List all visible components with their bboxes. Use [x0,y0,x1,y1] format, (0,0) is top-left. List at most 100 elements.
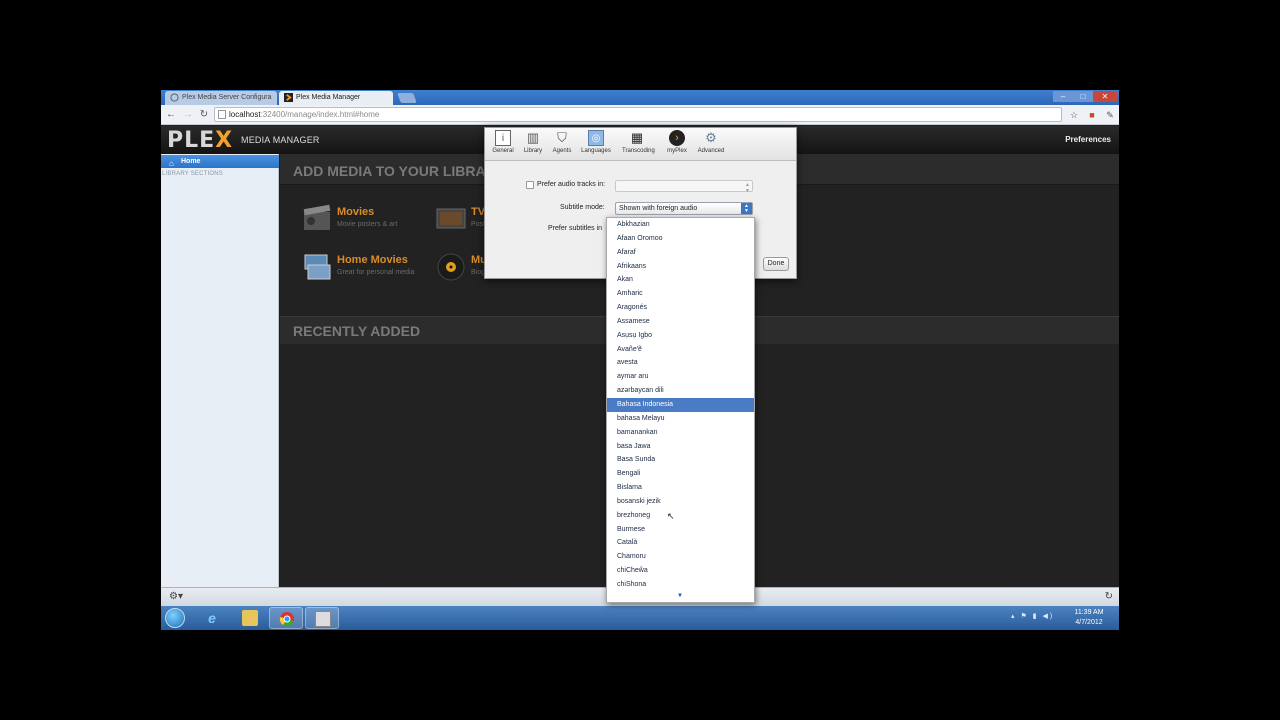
language-option[interactable]: chiCheŵa [607,564,754,578]
recently-added-title: RECENTLY ADDED [293,323,421,339]
close-button[interactable]: ✕ [1093,91,1117,102]
done-button[interactable]: Done [763,257,789,271]
preferences-link[interactable]: Preferences [1065,135,1111,144]
system-tray[interactable]: ▴ ⚑ ▮ ◀) [1011,612,1054,620]
extension-icon[interactable]: ■ [1086,109,1098,121]
app-title: MEDIA MANAGER [241,135,320,145]
language-option[interactable]: chiShona [607,578,754,592]
screen: Plex Media Server Configura Plex Media M… [161,90,1119,630]
select-value: Shown with foreign audio [619,205,698,212]
film-reel-icon [303,204,331,230]
page-icon [218,110,226,119]
sidebar: ⌂ Home LIBRARY SECTIONS [161,154,279,587]
language-option[interactable]: Asụsụ Igbo [607,329,754,343]
wrench-icon[interactable]: ✎ [1104,109,1116,121]
globe-icon: ◎ [588,130,604,146]
language-option[interactable]: Avañe'ẽ [607,343,754,357]
sidebar-item-home[interactable]: ⌂ Home [161,155,279,168]
home-icon: ⌂ [169,159,174,168]
gear-icon[interactable]: ⚙▾ [169,591,183,602]
new-tab-button[interactable] [397,93,417,103]
language-option[interactable]: Basa Sunda [607,453,754,467]
language-option[interactable]: bosanski jezik [607,495,754,509]
back-arrow-icon[interactable]: ← [164,108,178,122]
language-option-selected[interactable]: Bahasa Indonesia [607,397,754,412]
tab-plex-config[interactable]: Plex Media Server Configura [165,91,277,105]
prefer-audio-select[interactable]: ▲ ▼ [615,180,753,194]
vinyl-record-icon [437,253,465,281]
preferences-tabs: i General ▥ Library ⛉ Agents ◎ Languages… [485,128,796,161]
reload-icon[interactable]: ↻ [197,108,211,122]
clock-time[interactable]: 11:39 AM [1069,609,1109,616]
tab-myplex[interactable]: › myPlex [662,130,692,154]
plex-chevron-icon [284,93,293,102]
globe-icon [170,93,179,102]
sidebar-item-label: Home [181,158,201,165]
tab-agents[interactable]: ⛉ Agents [547,130,577,154]
subtitle-mode-select[interactable]: Shown with foreign audio ▲ ▼ [615,202,753,215]
prefer-audio-checkbox[interactable] [526,181,534,189]
tv-icon [436,208,466,229]
tab-languages[interactable]: ◎ Languages [581,130,611,154]
language-option[interactable]: Afrikaans [607,260,754,274]
folder-icon [242,610,258,626]
logo-text: PLE [167,128,216,153]
tab-advanced[interactable]: ⚙ Advanced [696,130,726,154]
media-subtitle: Great for personal media [337,269,415,276]
minimize-button[interactable]: – [1053,91,1073,102]
tab-general[interactable]: i General [488,130,518,154]
browser-toolbar: ← → ↻ localhost:32400/manage/index.html#… [161,105,1119,125]
language-option[interactable]: bahasa Melayu [607,412,754,426]
library-icon: ▥ [526,130,540,145]
photos-icon [304,254,331,280]
start-button[interactable] [165,608,185,628]
clapper-icon: ▦ [630,130,644,145]
language-option[interactable]: Afaan Oromoo [607,232,754,246]
taskbar-media-manager[interactable] [305,607,339,629]
address-bar[interactable]: localhost:32400/manage/index.html#home [214,107,1062,122]
refresh-icon[interactable]: ↻ [1105,591,1113,602]
tab-label: General [492,148,514,154]
star-icon[interactable]: ☆ [1068,109,1080,121]
internet-explorer-icon: e [208,610,216,626]
language-option[interactable]: Bengali [607,467,754,481]
maximize-button[interactable]: □ [1073,91,1093,102]
tab-label: myPlex [667,148,687,154]
tab-library[interactable]: ▥ Library [518,130,548,154]
language-option[interactable]: Aragonés [607,301,754,315]
scroll-down-arrow-icon[interactable]: ▼ [677,593,683,599]
tab-label: Plex Media Manager [296,94,361,101]
media-title: Home Movies [337,254,408,266]
language-option[interactable]: Bislama [607,481,754,495]
language-option[interactable]: Abkhazian [607,218,754,232]
language-option[interactable]: Akan [607,273,754,287]
tab-label: Languages [581,148,611,154]
forward-arrow-icon[interactable]: → [181,108,195,122]
subtitle-mode-label: Subtitle mode: [560,204,605,211]
language-option[interactable]: aymar aru [607,370,754,384]
language-option[interactable]: Afaraf [607,246,754,260]
tab-transcoding[interactable]: ▦ Transcoding [622,130,655,154]
tab-plex-manager[interactable]: Plex Media Manager [279,91,393,105]
language-option[interactable]: azərbaycan dili [607,384,754,398]
language-option[interactable]: bamanankan [607,426,754,440]
taskbar-chrome[interactable] [269,607,303,629]
tab-label: Library [523,148,543,154]
plex-chevron-icon: › [669,130,685,146]
language-option[interactable]: Burmese [607,523,754,537]
language-option[interactable]: Assamese [607,315,754,329]
prefer-subtitles-label: Prefer subtitles in [548,225,603,232]
taskbar-file-explorer[interactable] [233,607,267,629]
language-option[interactable]: avesta [607,356,754,370]
language-option[interactable]: basa Jawa [607,440,754,454]
language-option[interactable]: Chamoru [607,550,754,564]
logo-x: X [215,128,234,153]
language-dropdown-list[interactable]: Abkhazian Afaan Oromoo Afaraf Afrikaans Akan… [606,217,755,603]
updown-arrows-icon: ▲ ▼ [741,203,752,214]
language-option[interactable]: Català [607,536,754,550]
language-option[interactable]: brezhoneg [607,509,754,523]
clock-date[interactable]: 4/7/2012 [1069,619,1109,626]
language-option[interactable]: Amharic [607,287,754,301]
prefer-audio-label: Prefer audio tracks in: [537,181,606,188]
taskbar-internet-explorer[interactable]: e [195,607,229,629]
